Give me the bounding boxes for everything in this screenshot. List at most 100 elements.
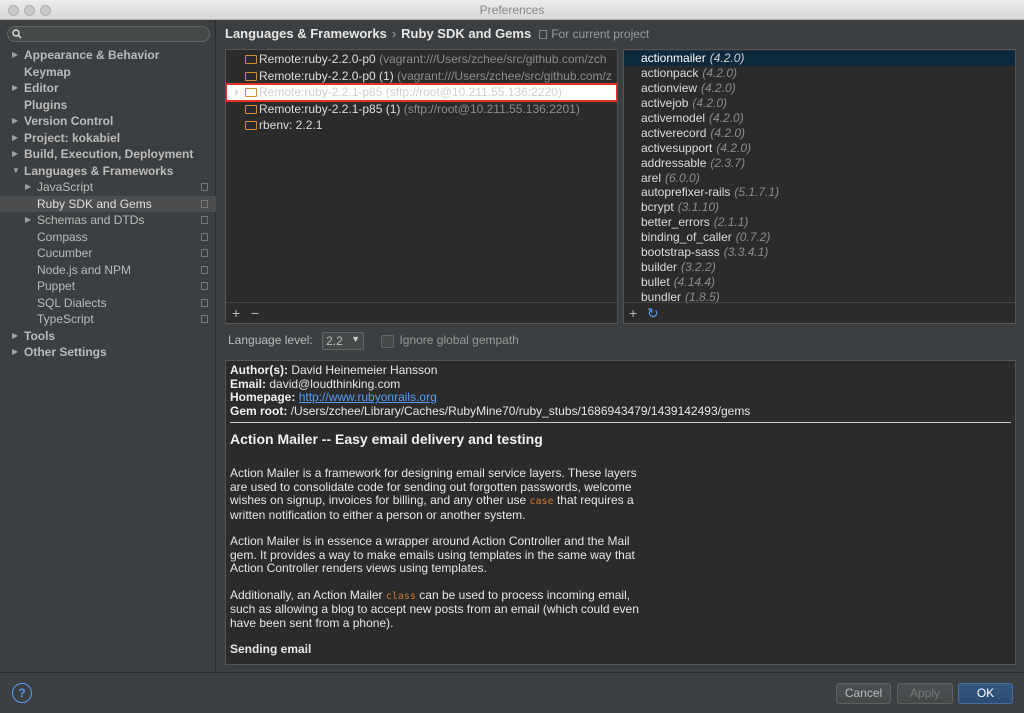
gem-row[interactable]: actionmailer (4.2.0) bbox=[624, 51, 1015, 66]
sidebar-item-label: Appearance & Behavior bbox=[24, 48, 160, 62]
sidebar-item[interactable]: Node.js and NPM bbox=[0, 262, 216, 279]
sdk-row[interactable]: Remote:ruby-2.2.0-p0 (1) (vagrant:///Use… bbox=[226, 68, 617, 85]
breadcrumb-parent[interactable]: Languages & Frameworks bbox=[225, 26, 387, 41]
expand-right-icon[interactable]: ▶ bbox=[12, 80, 18, 97]
gem-row[interactable]: bootstrap-sass (3.3.4.1) bbox=[624, 245, 1015, 260]
sidebar-item[interactable]: ▶ Tools bbox=[0, 328, 216, 345]
sidebar-item-label: Plugins bbox=[24, 97, 68, 112]
sidebar-item[interactable]: ▶ Version Control bbox=[0, 113, 216, 130]
expand-down-icon[interactable]: ▼ bbox=[12, 163, 20, 180]
run-arrow-icon: › bbox=[234, 84, 239, 99]
gem-row[interactable]: autoprefixer-rails (5.1.7.1) bbox=[624, 185, 1015, 200]
sidebar-item[interactable]: Cucumber bbox=[0, 245, 216, 262]
gem-row[interactable]: actionpack (4.2.0) bbox=[624, 66, 1015, 81]
email-label: Email: bbox=[230, 376, 267, 391]
homepage-link[interactable]: http://www.rubyonrails.org bbox=[299, 390, 437, 404]
refresh-icon[interactable]: ↻ bbox=[647, 305, 659, 322]
scope-text: For current project bbox=[551, 27, 650, 41]
sidebar-item[interactable]: ▶ Project: kokabiel bbox=[0, 130, 216, 147]
gem-name: activesupport bbox=[641, 140, 713, 155]
gem-row[interactable]: activesupport (4.2.0) bbox=[624, 141, 1015, 156]
sidebar-item-label: Node.js and NPM bbox=[37, 262, 132, 277]
gem-list: actionmailer (4.2.0) actionpack (4.2.0) acti… bbox=[624, 50, 1015, 305]
expand-right-icon[interactable]: ▶ bbox=[25, 179, 31, 196]
gem-row[interactable]: binding_of_caller (0.7.2) bbox=[624, 230, 1015, 245]
project-scope-icon bbox=[201, 298, 208, 307]
expand-right-icon[interactable]: ▶ bbox=[12, 47, 18, 64]
sidebar-item[interactable]: ▶ Editor bbox=[0, 80, 216, 97]
sidebar-item[interactable]: Plugins bbox=[0, 97, 216, 114]
sidebar-item[interactable]: ▶ Other Settings bbox=[0, 344, 216, 361]
expand-right-icon[interactable]: ▶ bbox=[25, 212, 31, 229]
language-level-select[interactable]: 2.2 ▼ bbox=[322, 332, 365, 350]
title-bar: Preferences bbox=[0, 0, 1024, 20]
sidebar-item-label: Cucumber bbox=[37, 246, 93, 260]
remove-sdk-button[interactable]: − bbox=[251, 305, 259, 321]
sidebar-item[interactable]: ▶ Schemas and DTDs bbox=[0, 212, 216, 229]
gem-row[interactable]: addressable (2.3.7) bbox=[624, 156, 1015, 171]
sdk-row[interactable]: › Remote:ruby-2.2.1-p85 (sftp://root@10.2… bbox=[226, 83, 617, 102]
sidebar-item[interactable]: ▶ Appearance & Behavior bbox=[0, 47, 216, 64]
search-icon bbox=[12, 29, 22, 39]
gem-row[interactable]: builder (3.2.2) bbox=[624, 260, 1015, 275]
gem-row[interactable]: bullet (4.14.4) bbox=[624, 275, 1015, 290]
sidebar-item-label: Build, Execution, Deployment bbox=[24, 147, 194, 161]
expand-right-icon[interactable]: ▶ bbox=[12, 344, 18, 361]
sidebar-item[interactable]: Keymap bbox=[0, 64, 216, 81]
gem-version: (2.3.7) bbox=[710, 155, 746, 170]
gem-version: (2.1.1) bbox=[713, 215, 749, 230]
author-value: David Heinemeier Hansson bbox=[291, 363, 438, 377]
gem-row[interactable]: arel (6.0.0) bbox=[624, 171, 1015, 186]
expand-right-icon[interactable]: ▶ bbox=[12, 328, 18, 345]
main-content: Languages & Frameworks › Ruby SDK and Gems… bbox=[217, 20, 1024, 672]
apply-button[interactable]: Apply bbox=[897, 683, 953, 704]
sdk-path: (sftp://root@10.211.55.136:2201) bbox=[403, 101, 580, 116]
gem-meta: Author(s): David Heinemeier Hansson Emai… bbox=[230, 363, 1011, 418]
divider bbox=[230, 422, 1011, 423]
help-button[interactable]: ? bbox=[12, 683, 32, 703]
expand-right-icon[interactable]: ▶ bbox=[12, 146, 18, 163]
gem-row[interactable]: activejob (4.2.0) bbox=[624, 96, 1015, 111]
email-value: david@loudthinking.com bbox=[269, 376, 401, 391]
sdk-row[interactable]: Remote:ruby-2.2.0-p0 (vagrant:///Users/z… bbox=[226, 51, 617, 68]
gem-name: autoprefixer-rails bbox=[641, 185, 731, 200]
homepage-label: Homepage: bbox=[230, 390, 296, 404]
folder-icon bbox=[245, 88, 257, 97]
settings-search-input[interactable] bbox=[7, 26, 210, 42]
ignore-gempath-checkbox[interactable] bbox=[381, 334, 395, 348]
gem-version: (4.2.0) bbox=[716, 140, 752, 155]
gem-version: (0.7.2) bbox=[735, 230, 771, 245]
sdk-row[interactable]: rbenv: 2.2.1 bbox=[226, 117, 617, 134]
gem-row[interactable]: activemodel (4.2.0) bbox=[624, 111, 1015, 126]
sidebar-item[interactable]: ▶ JavaScript bbox=[0, 179, 216, 196]
p3-code: class bbox=[385, 590, 416, 602]
description-paragraph-2: Action Mailer is in essence a wrapper ar… bbox=[230, 534, 635, 575]
add-sdk-button[interactable]: + bbox=[232, 305, 240, 321]
folder-icon bbox=[245, 104, 257, 114]
expand-right-icon[interactable]: ▶ bbox=[12, 130, 18, 147]
sidebar-item[interactable]: TypeScript bbox=[0, 311, 216, 328]
sidebar-item[interactable]: ▼ Languages & Frameworks bbox=[0, 163, 216, 180]
gem-row[interactable]: better_errors (2.1.1) bbox=[624, 215, 1015, 230]
gem-row[interactable]: activerecord (4.2.0) bbox=[624, 126, 1015, 141]
ok-button[interactable]: OK bbox=[958, 683, 1013, 704]
sidebar-item[interactable]: Puppet bbox=[0, 278, 216, 295]
gem-version: (4.2.0) bbox=[709, 110, 744, 125]
sidebar-item[interactable]: ▶ Build, Execution, Deployment bbox=[0, 146, 216, 163]
sidebar-item[interactable]: SQL Dialects bbox=[0, 295, 216, 312]
sidebar-item-label: SQL Dialects bbox=[37, 295, 107, 310]
gem-row[interactable]: actionview (4.2.0) bbox=[624, 81, 1015, 96]
project-scope-icon bbox=[201, 183, 208, 191]
scope-label: For current project bbox=[539, 27, 649, 41]
cancel-button[interactable]: Cancel bbox=[836, 683, 891, 704]
language-level-label: Language level: bbox=[228, 333, 313, 348]
sidebar-item[interactable]: Compass bbox=[0, 229, 216, 246]
chevron-down-icon: ▼ bbox=[351, 334, 361, 344]
expand-right-icon[interactable]: ▶ bbox=[12, 113, 18, 130]
gem-row[interactable]: bcrypt (3.1.10) bbox=[624, 200, 1015, 215]
breadcrumb-separator: › bbox=[391, 26, 397, 41]
sdk-row[interactable]: Remote:ruby-2.2.1-p85 (1) (sftp://root@1… bbox=[226, 101, 617, 118]
add-gem-button[interactable]: + bbox=[629, 305, 637, 321]
gem-version: (3.3.4.1) bbox=[723, 245, 769, 260]
sidebar-item[interactable]: Ruby SDK and Gems bbox=[0, 195, 216, 212]
